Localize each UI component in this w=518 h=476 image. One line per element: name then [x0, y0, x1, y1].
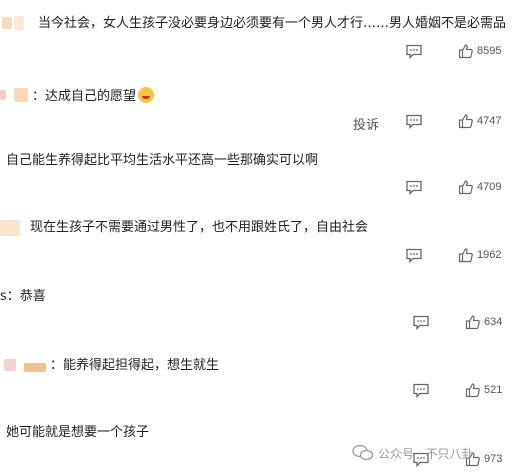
reply-button[interactable]: [412, 315, 430, 330]
blurred-username: [0, 220, 20, 236]
like-count: 1962: [477, 249, 502, 261]
thumbs-up-icon: [458, 248, 473, 263]
comment-text: 现在生孩子不需要通过男性了，也不用跟姓氏了，自由社会: [30, 220, 369, 235]
comment: 现在生孩子不需要通过男性了，也不用跟姓氏了，自由社会 1962: [0, 204, 518, 272]
reply-button[interactable]: [405, 248, 423, 263]
like-count: 521: [484, 384, 503, 396]
like-count: 4747: [477, 115, 502, 127]
blurred-username: [14, 88, 28, 102]
comment: s：恭喜 634: [0, 272, 518, 340]
comment: ：能养得起担得起，想生就生 521: [0, 340, 518, 408]
like-count: 634: [484, 316, 503, 328]
watermark: 公众号 · 不只八卦: [352, 444, 473, 462]
blurred-username: [2, 17, 12, 29]
comment: 当今社会，女人生孩子没必要身边必须要有一个男人才行……男人婚姻不是必需品 859…: [0, 0, 518, 68]
blurred-username: [24, 363, 46, 372]
like-button[interactable]: 4709: [458, 179, 501, 195]
like-button[interactable]: 521: [465, 382, 502, 398]
reply-button[interactable]: [412, 383, 430, 398]
like-button[interactable]: 4747: [458, 113, 501, 129]
thumbs-up-icon: [465, 315, 480, 330]
comment-icon: [406, 180, 422, 195]
like-count: 973: [484, 453, 503, 465]
like-button[interactable]: 1962: [458, 247, 501, 263]
watermark-text: 公众号 · 不只八卦: [378, 446, 474, 461]
thumbs-up-icon: [465, 383, 480, 398]
reply-button[interactable]: [405, 114, 423, 129]
emoji-icon: [138, 87, 155, 103]
thumbs-up-icon: [458, 180, 473, 195]
comment-icon: [406, 114, 422, 129]
wechat-icon: [352, 444, 374, 461]
comment: 她可能就是想要一个孩子 973: [0, 408, 518, 476]
like-count: 8595: [477, 45, 502, 57]
comment-icon: [406, 248, 422, 263]
comment-icon: [413, 383, 429, 398]
comment-text: s：恭喜: [0, 289, 46, 304]
comment-text: ：能养得起担得起，想生就生: [50, 358, 220, 373]
report-button[interactable]: 投诉: [353, 114, 379, 133]
comment-text: 她可能就是想要一个孩子: [6, 425, 150, 440]
comment: 自己能生养得起比平均生活水平还高一些那确实可以啊 4709: [0, 136, 518, 204]
comment-icon: [413, 315, 429, 330]
blurred-username: [0, 90, 6, 100]
comment-icon: [406, 44, 422, 59]
like-button[interactable]: 634: [465, 314, 502, 330]
comment: ：达成自己的愿望 投诉 4747: [0, 68, 518, 136]
thumbs-up-icon: [458, 114, 473, 129]
reply-button[interactable]: [405, 180, 423, 195]
comment-text: 当今社会，女人生孩子没必要身边必须要有一个男人才行……男人婚姻不是必需品: [38, 16, 507, 31]
comment-text: ：达成自己的愿望: [32, 87, 155, 105]
like-button[interactable]: 8595: [458, 43, 501, 59]
reply-button[interactable]: [405, 44, 423, 59]
thumbs-up-icon: [458, 44, 473, 59]
like-count: 4709: [477, 181, 502, 193]
blurred-username: [14, 16, 24, 30]
blurred-username: [4, 359, 16, 371]
comment-text: 自己能生养得起比平均生活水平还高一些那确实可以啊: [6, 153, 319, 168]
